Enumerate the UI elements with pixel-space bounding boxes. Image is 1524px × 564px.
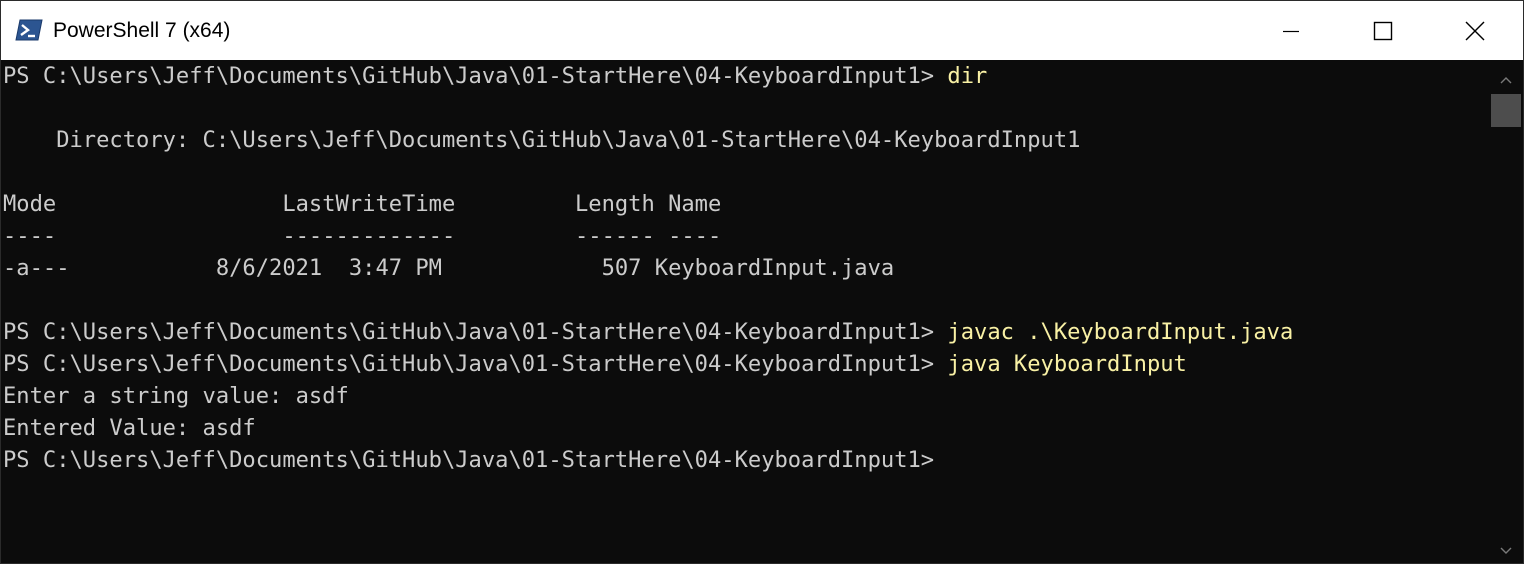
console-prompt-line[interactable]: PS C:\Users\Jeff\Documents\GitHub\Java\0… [3,444,934,476]
scrollbar-thumb[interactable] [1491,94,1521,127]
console-line: Enter a string value: asdf [3,383,349,409]
maximize-icon [1373,21,1393,41]
minimize-icon [1282,22,1300,40]
maximize-button[interactable] [1337,1,1429,60]
console-output[interactable]: PS C:\Users\Jeff\Documents\GitHub\Java\0… [1,60,1489,563]
close-button[interactable] [1429,1,1521,60]
console-command: dir [947,63,988,89]
close-icon [1465,21,1485,41]
vertical-scrollbar[interactable] [1489,60,1523,563]
title-bar[interactable]: PowerShell 7 (x64) [1,1,1523,61]
console-line: Mode LastWriteTime Length Name [3,191,722,217]
console-line: -a--- 8/6/2021 3:47 PM 507 KeyboardInput… [3,255,895,281]
scroll-up-arrow-icon[interactable] [1500,71,1512,84]
powershell-window: PowerShell 7 (x64) PS C:\Users\Jeff\Docu… [0,0,1524,564]
console-line: PS C:\Users\Jeff\Documents\GitHub\Java\0… [3,63,988,89]
console-line: PS C:\Users\Jeff\Documents\GitHub\Java\0… [3,319,1294,345]
console-line: Directory: C:\Users\Jeff\Documents\GitHu… [3,127,1081,153]
console-line: PS C:\Users\Jeff\Documents\GitHub\Java\0… [3,351,1187,377]
scroll-down-arrow-icon[interactable] [1500,542,1512,554]
console-command: javac .\KeyboardInput.java [947,319,1294,345]
minimize-button[interactable] [1245,1,1337,60]
console-line: Entered Value: asdf [3,415,256,441]
window-title: PowerShell 7 (x64) [53,19,231,42]
powershell-icon[interactable] [15,19,43,41]
console-line: ---- ------------- ------ ---- [3,223,722,249]
console-command: java KeyboardInput [947,351,1187,377]
